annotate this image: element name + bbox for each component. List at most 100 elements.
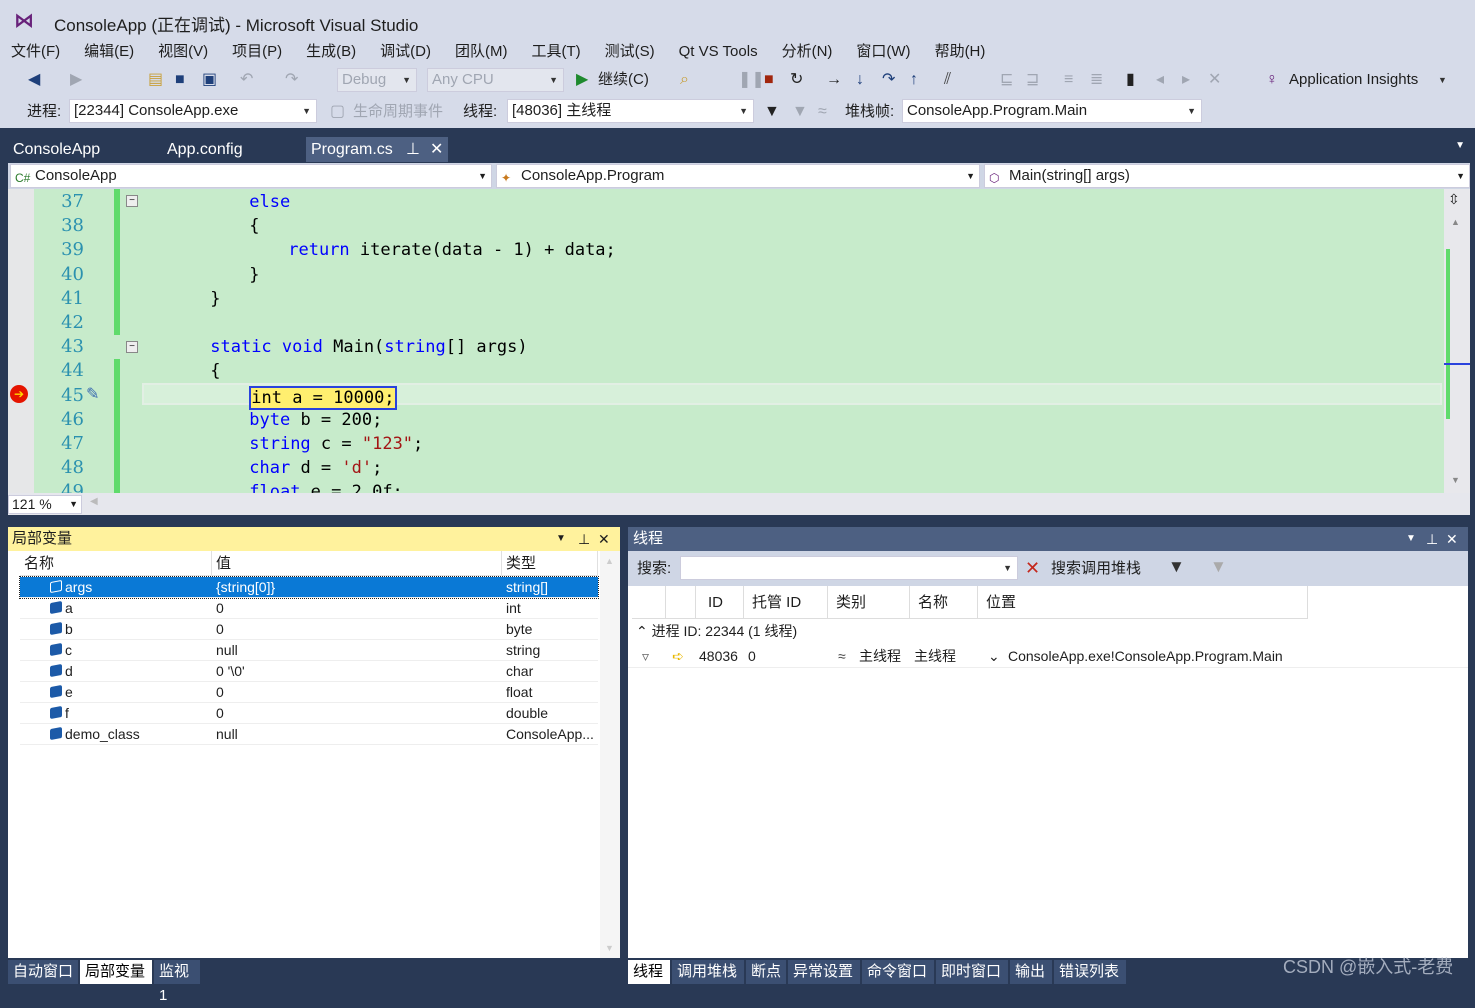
menu-item[interactable]: 分析(N) [782, 40, 833, 64]
pause-icon[interactable]: ❚❚ [738, 70, 765, 90]
code-line[interactable]: string c = "123"; [249, 434, 423, 454]
configuration-dropdown[interactable]: Debug ▼ [337, 68, 417, 92]
quick-action-screwdriver-icon[interactable]: ✎ [86, 384, 99, 404]
locals-row[interactable]: args {string[0]} string[] [19, 576, 599, 599]
bookmark-icon[interactable]: ▮ [1126, 70, 1135, 90]
menu-item[interactable]: 窗口(W) [856, 40, 910, 64]
undo-icon[interactable]: ↶ [240, 70, 253, 90]
close-icon[interactable]: ✕ [598, 527, 610, 551]
close-tab-icon[interactable]: ✕ [430, 137, 443, 162]
open-file-icon[interactable]: ▤ [148, 70, 163, 90]
menu-item[interactable]: 视图(V) [158, 40, 208, 64]
column-header-name[interactable]: 名称 [20, 551, 212, 576]
code-line[interactable]: int a = 10000; [249, 385, 397, 410]
step-over-icon[interactable]: ↷ [882, 70, 895, 90]
bottom-tab[interactable]: 线程 [628, 960, 670, 984]
collapse-icon[interactable]: − [126, 195, 138, 207]
menu-item[interactable]: 编辑(E) [84, 40, 134, 64]
application-insights-button[interactable]: Application Insights [1289, 70, 1418, 90]
back-icon[interactable]: ◀ [28, 70, 40, 90]
code-line[interactable]: static void Main(string[] args) [210, 337, 527, 357]
code-line[interactable]: char d = 'd'; [249, 458, 382, 478]
locals-row[interactable]: e 0 float [20, 682, 598, 703]
show-next-statement-icon[interactable]: → [826, 70, 842, 90]
filter-clear-icon[interactable]: ▼ [792, 102, 808, 122]
step-out-icon[interactable]: ↑ [910, 70, 918, 90]
pin-icon[interactable]: ⊥ [406, 137, 420, 162]
column-header-flag[interactable] [632, 586, 666, 619]
code-line[interactable]: byte b = 200; [249, 410, 382, 430]
locals-scrollbar[interactable]: ▲ ▼ [600, 551, 620, 958]
stack-frame-dropdown[interactable]: ConsoleApp.Program.Main ▼ [902, 99, 1202, 123]
class-dropdown[interactable]: ✦ ConsoleApp.Program ▼ [496, 164, 980, 188]
editor-vertical-scrollbar[interactable]: ⇳ ▲ ▼ [1444, 189, 1470, 493]
filter-icon[interactable]: ▼ [764, 102, 780, 122]
bottom-tab[interactable]: 命令窗口 [862, 960, 934, 984]
window-menu-icon[interactable]: ▼ [556, 527, 566, 551]
code-line[interactable]: { [249, 216, 259, 236]
code-line[interactable]: { [210, 361, 220, 381]
tab-consoleapp[interactable]: ConsoleApp [8, 137, 158, 162]
column-header-category[interactable]: 类别 [828, 586, 910, 619]
menu-item[interactable]: 帮助(H) [935, 40, 986, 64]
project-dropdown[interactable]: C# ConsoleApp ▼ [10, 164, 492, 188]
column-header-type[interactable]: 类型 [502, 551, 598, 576]
pin-icon[interactable]: ⊥ [1426, 527, 1438, 551]
menu-item[interactable]: 调试(D) [380, 40, 431, 64]
comment-icon[interactable]: ⊑ [1000, 70, 1013, 90]
code-line[interactable]: float e = 2.0f; [249, 482, 403, 493]
scroll-down-icon[interactable]: ▼ [1451, 475, 1460, 485]
scroll-up-icon[interactable]: ▲ [1451, 217, 1460, 227]
window-menu-icon[interactable]: ▼ [1406, 527, 1416, 551]
hex-display-icon[interactable]: ⫽ [944, 70, 951, 90]
member-dropdown[interactable]: ⬡ Main(string[] args) ▼ [984, 164, 1470, 188]
bottom-tab[interactable]: 监视 1 [154, 960, 200, 1004]
collapse-group-icon[interactable]: ⌃ [636, 623, 652, 639]
app-insights-dropdown-icon[interactable]: ▼ [1438, 70, 1447, 90]
platform-dropdown[interactable]: Any CPU ▼ [427, 68, 564, 92]
filter-flagged-icon[interactable]: ▼ [1168, 557, 1185, 577]
expand-location-icon[interactable]: ⌄ [988, 644, 1000, 668]
flag-icon[interactable]: ▿ [642, 644, 649, 668]
threads-search-input[interactable]: ▼ [680, 556, 1018, 580]
menu-item[interactable]: 工具(T) [531, 40, 580, 64]
tab-app-config[interactable]: App.config [162, 137, 302, 162]
process-dropdown[interactable]: [22344] ConsoleApp.exe ▼ [69, 99, 317, 123]
continue-play-icon[interactable]: ▶ [576, 70, 588, 90]
bottom-tab[interactable]: 异常设置 [788, 960, 860, 984]
next-bookmark-icon[interactable]: ▸ [1182, 70, 1190, 90]
thread-dropdown[interactable]: [48036] 主线程 ▼ [507, 99, 754, 123]
code-line[interactable]: else [249, 192, 290, 212]
search-call-stack-button[interactable]: 搜索调用堆栈 [1051, 559, 1141, 579]
outdent-icon[interactable]: ≡ [1064, 70, 1073, 90]
menu-item[interactable]: 文件(F) [11, 40, 60, 64]
zoom-dropdown[interactable]: 121 % ▼ [8, 495, 82, 514]
clear-search-icon[interactable]: ✕ [1025, 558, 1040, 578]
find-icon[interactable]: ⌕ [680, 70, 689, 90]
column-header-name[interactable]: 名称 [910, 586, 978, 619]
process-group-row[interactable]: ⌃ 进程 ID: 22344 (1 线程) [636, 620, 797, 642]
locals-row[interactable]: d 0 '\0' char [20, 661, 598, 682]
bottom-tab[interactable]: 断点 [746, 960, 786, 984]
breakpoint-current-statement-icon[interactable]: ➔ [10, 385, 28, 403]
menu-item[interactable]: 生成(B) [306, 40, 356, 64]
tab-overflow-icon[interactable]: ▼ [1455, 140, 1465, 151]
bottom-tab[interactable]: 错误列表 [1054, 960, 1126, 984]
menu-item[interactable]: Qt VS Tools [679, 40, 758, 64]
flag-icon[interactable]: ≈ [818, 102, 827, 122]
bottom-tab[interactable]: 局部变量 [80, 960, 152, 984]
code-line[interactable]: return iterate(data - 1) + data; [288, 240, 616, 260]
stop-icon[interactable]: ■ [764, 70, 774, 90]
bottom-tab[interactable]: 调用堆栈 [672, 960, 744, 984]
column-header-managed-id[interactable]: 托管 ID [744, 586, 828, 619]
column-header-id[interactable]: ID [696, 586, 744, 619]
locals-row[interactable]: a 0 int [20, 598, 598, 619]
split-icon[interactable]: ⇳ [1448, 191, 1460, 208]
prev-bookmark-icon[interactable]: ◂ [1156, 70, 1164, 90]
clear-bookmarks-icon[interactable]: ✕ [1208, 70, 1221, 90]
uncomment-icon[interactable]: ⊒ [1026, 70, 1039, 90]
lifecycle-events-button[interactable]: 生命周期事件 [353, 102, 443, 122]
locals-row[interactable]: demo_class null ConsoleApp... [20, 724, 598, 745]
locals-row[interactable]: f 0 double [20, 703, 598, 724]
breakpoint-margin[interactable] [8, 189, 34, 493]
